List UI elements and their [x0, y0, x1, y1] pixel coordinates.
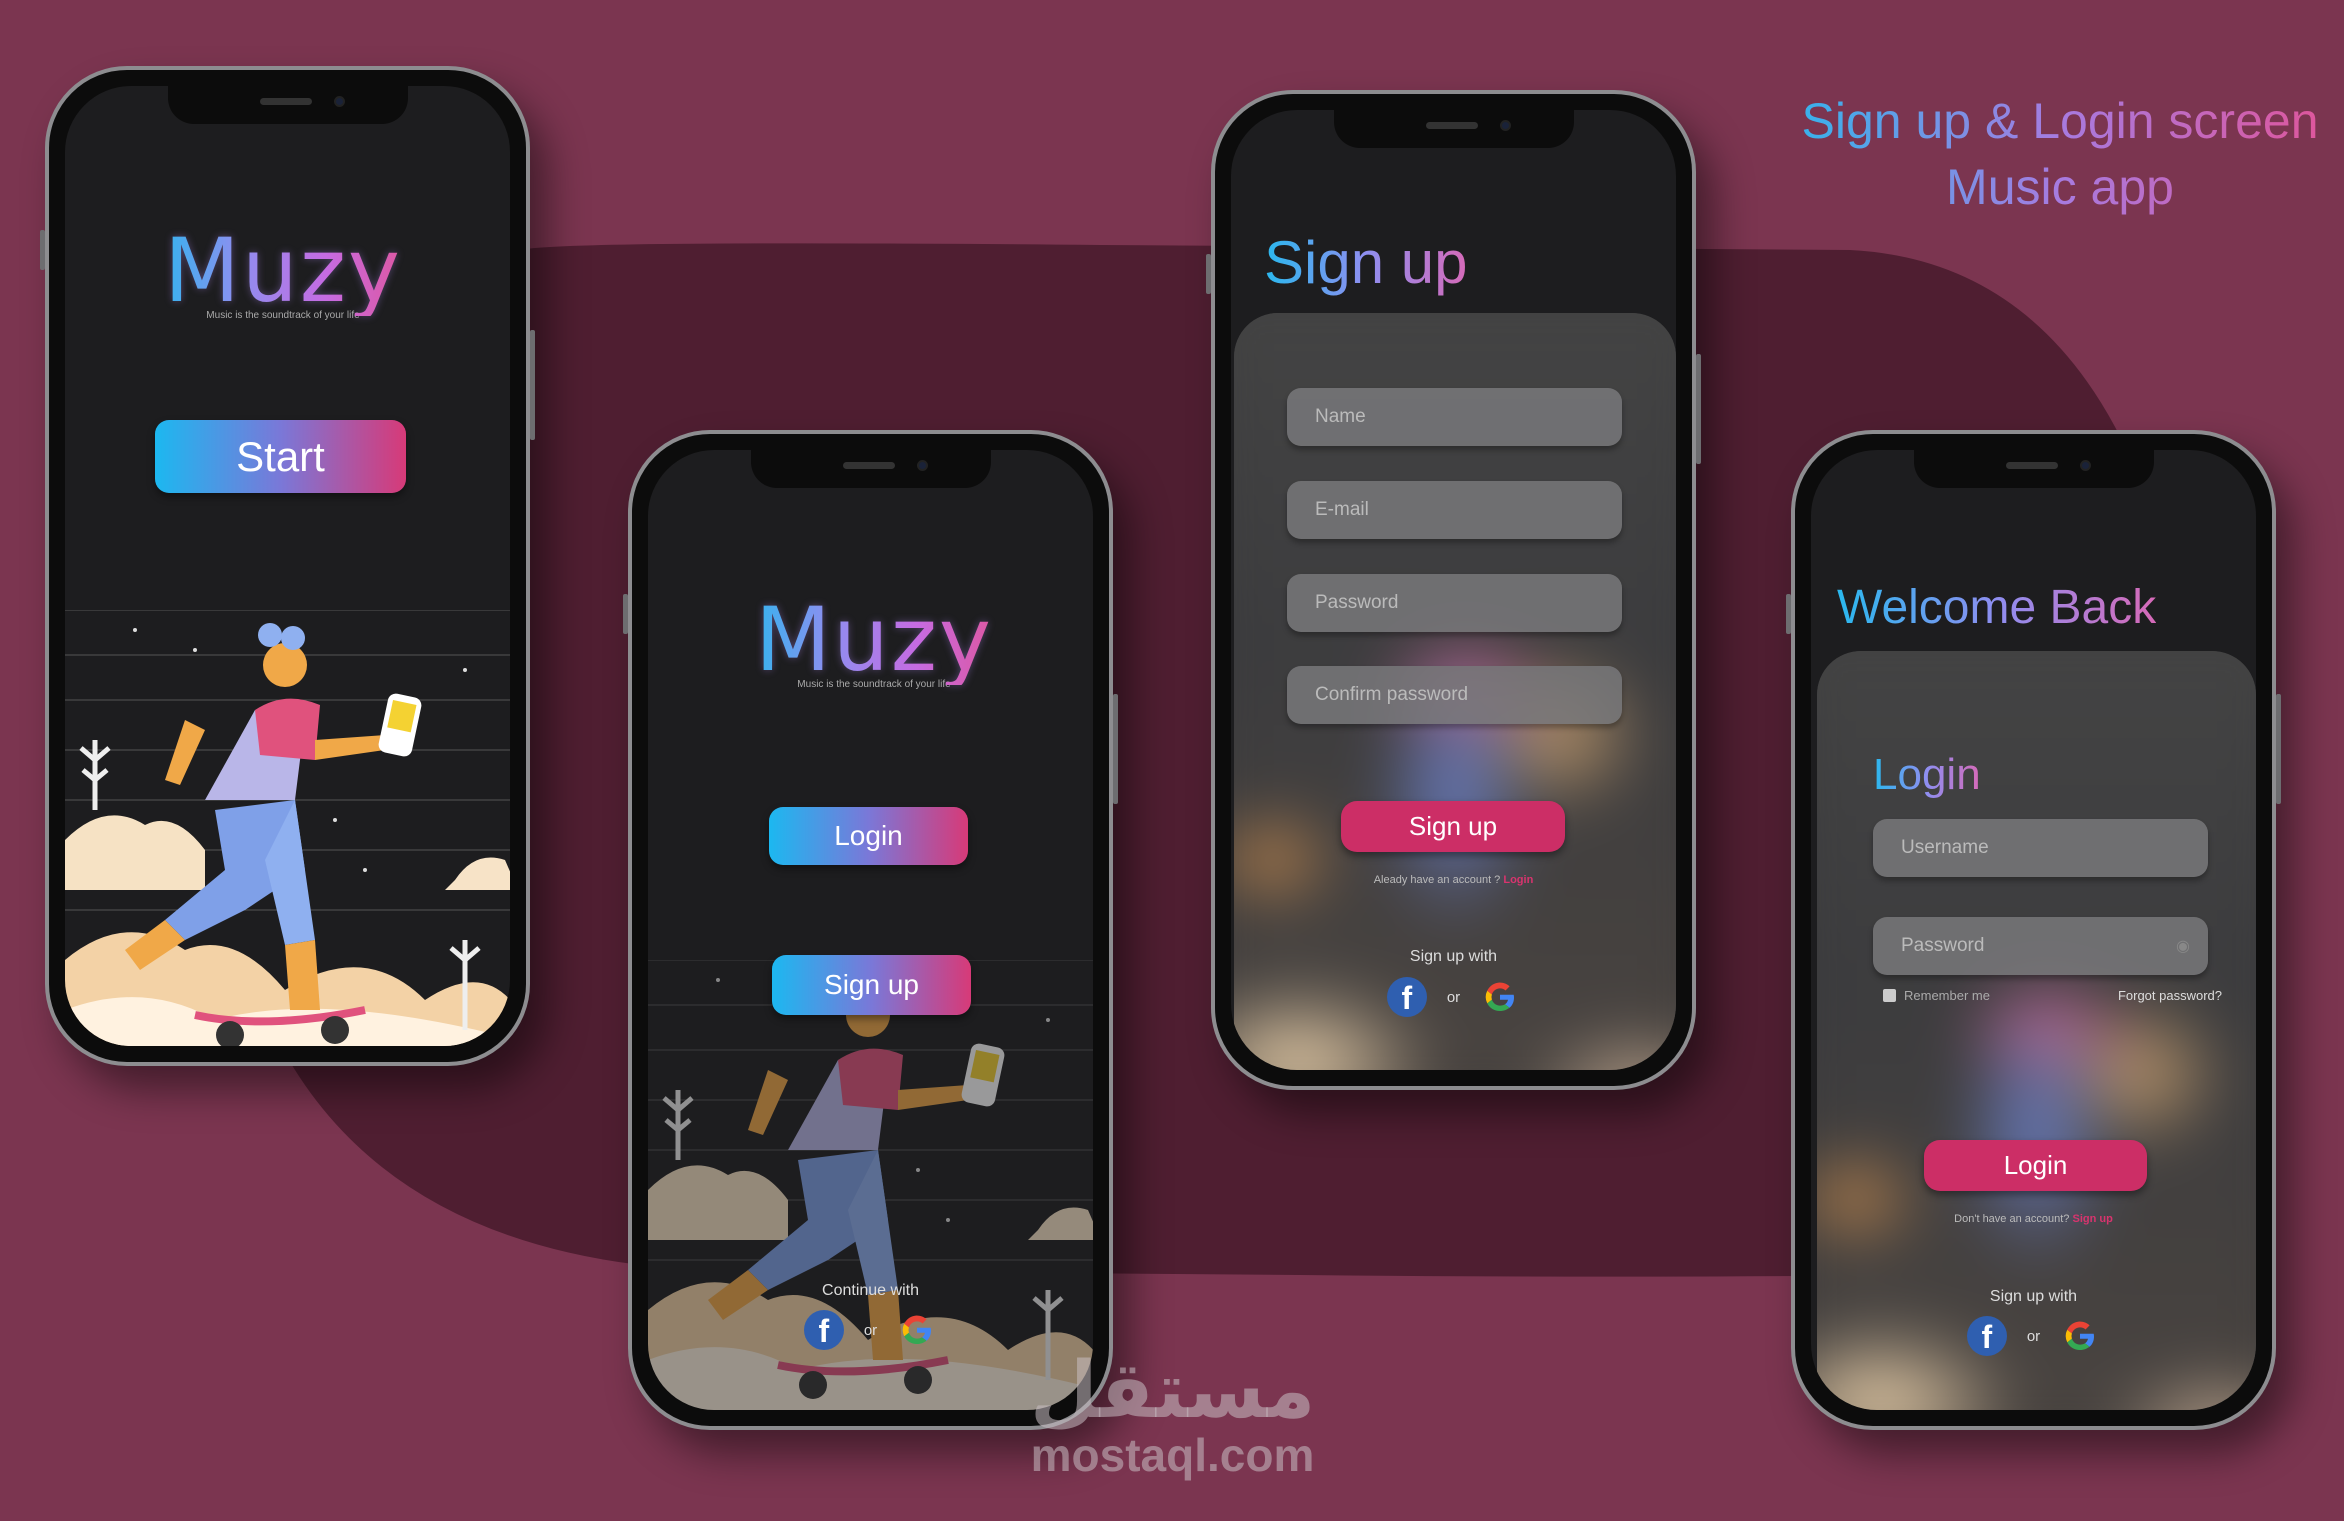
app-logo: MuzyMusic is the soundtrack of your life [744, 595, 1004, 691]
illustration-shape [748, 1070, 788, 1135]
illustration-shape [255, 698, 320, 760]
signup-link[interactable]: Sign up [2072, 1213, 2112, 1225]
skater-illustration [65, 610, 510, 1046]
login-submit-button[interactable]: Login [1924, 1140, 2147, 1191]
or-label: or [1446, 988, 1461, 1006]
illustration-shape [445, 857, 510, 890]
password-input[interactable]: Password [1287, 574, 1622, 632]
welcome-title: Welcome Back [1837, 581, 2157, 634]
signup-submit-button[interactable]: Sign up [1341, 801, 1565, 852]
illustration-shape [916, 1168, 920, 1172]
confirm-password-input[interactable]: Confirm password [1287, 666, 1622, 724]
splash-screen: MuzyMusic is the soundtrack of your life… [65, 86, 510, 1046]
illustration-shape [133, 628, 137, 632]
phone-splash: MuzyMusic is the soundtrack of your life… [40, 66, 535, 1066]
illustration-shape [716, 978, 720, 982]
illustration-shape [898, 1085, 968, 1110]
illustration-shape [799, 1371, 827, 1399]
signup-with-label: Sign up with [1409, 948, 1498, 965]
illustration-shape [65, 815, 205, 890]
login-subtitle: Login [1873, 750, 1981, 799]
welcome-screen: MuzyMusic is the soundtrack of your life… [648, 450, 1093, 1410]
illustration-shape [1028, 1207, 1093, 1240]
phone-welcome: MuzyMusic is the soundtrack of your life… [623, 430, 1118, 1430]
google-icon[interactable] [2060, 1316, 2100, 1356]
illustration-shape [285, 940, 320, 1010]
app-logo: MuzyMusic is the soundtrack of your life [153, 226, 413, 322]
or-label: or [2026, 1327, 2041, 1345]
remember-checkbox[interactable] [1883, 989, 1896, 1002]
google-icon[interactable] [897, 1310, 937, 1350]
illustration-shape [165, 720, 205, 785]
illustration-shape [648, 1165, 788, 1240]
illustration-shape [321, 1016, 349, 1044]
heading-line2: Music app [1946, 159, 2174, 215]
remember-me[interactable]: Remember me [1883, 988, 1990, 1003]
login-link[interactable]: Login [1503, 874, 1533, 886]
username-input[interactable]: Username [1873, 819, 2208, 877]
eye-icon[interactable]: ◉ [2176, 936, 2190, 956]
phone-login: Welcome Back Login Username Password ◉ Re… [1786, 430, 2281, 1430]
signup-screen: Sign up Name E-mail Password Confirm pas… [1231, 110, 1676, 1070]
illustration-shape [281, 626, 305, 650]
heading: Sign up & Login screen Music app [1790, 88, 2330, 220]
illustration-shape [1046, 1018, 1050, 1022]
name-input[interactable]: Name [1287, 388, 1622, 446]
illustration-shape [333, 818, 337, 822]
forgot-password-link[interactable]: Forgot password? [2118, 988, 2222, 1003]
illustration-shape [904, 1366, 932, 1394]
illustration-shape [315, 735, 385, 760]
illustration-shape [946, 1218, 950, 1222]
illustration-shape [193, 648, 197, 652]
login-screen: Welcome Back Login Username Password ◉ Re… [1811, 450, 2256, 1410]
continue-with-label: Continue with [822, 1282, 919, 1299]
email-input[interactable]: E-mail [1287, 481, 1622, 539]
facebook-icon[interactable]: f [1386, 977, 1427, 1017]
signup-button[interactable]: Sign up [772, 955, 971, 1015]
facebook-icon[interactable]: f [803, 1310, 844, 1350]
heading-line1: Sign up & Login screen [1801, 93, 2319, 149]
illustration-shape [258, 623, 282, 647]
signup-with-label: Sign up with [1989, 1288, 2078, 1305]
mostaql-watermark: مستقل mostaql.com [1030, 1346, 1316, 1481]
illustration-shape [463, 668, 467, 672]
illustration-shape [838, 1048, 903, 1110]
phone-signup: Sign up Name E-mail Password Confirm pas… [1206, 90, 1701, 1090]
or-label: or [863, 1321, 878, 1339]
signup-title: Sign up [1264, 229, 1468, 296]
no-account-text: Don't have an account? Sign up [1954, 1213, 2113, 1225]
password-input[interactable]: Password ◉ [1873, 917, 2208, 975]
google-icon[interactable] [1480, 977, 1520, 1017]
notch [167, 86, 408, 124]
login-button[interactable]: Login [769, 807, 968, 865]
facebook-icon[interactable]: f [1966, 1316, 2007, 1356]
illustration-shape [363, 868, 367, 872]
illustration-shape [263, 643, 307, 687]
start-button[interactable]: Start [155, 420, 406, 493]
have-account-text: Aleady have an account ? Login [1373, 874, 1534, 886]
